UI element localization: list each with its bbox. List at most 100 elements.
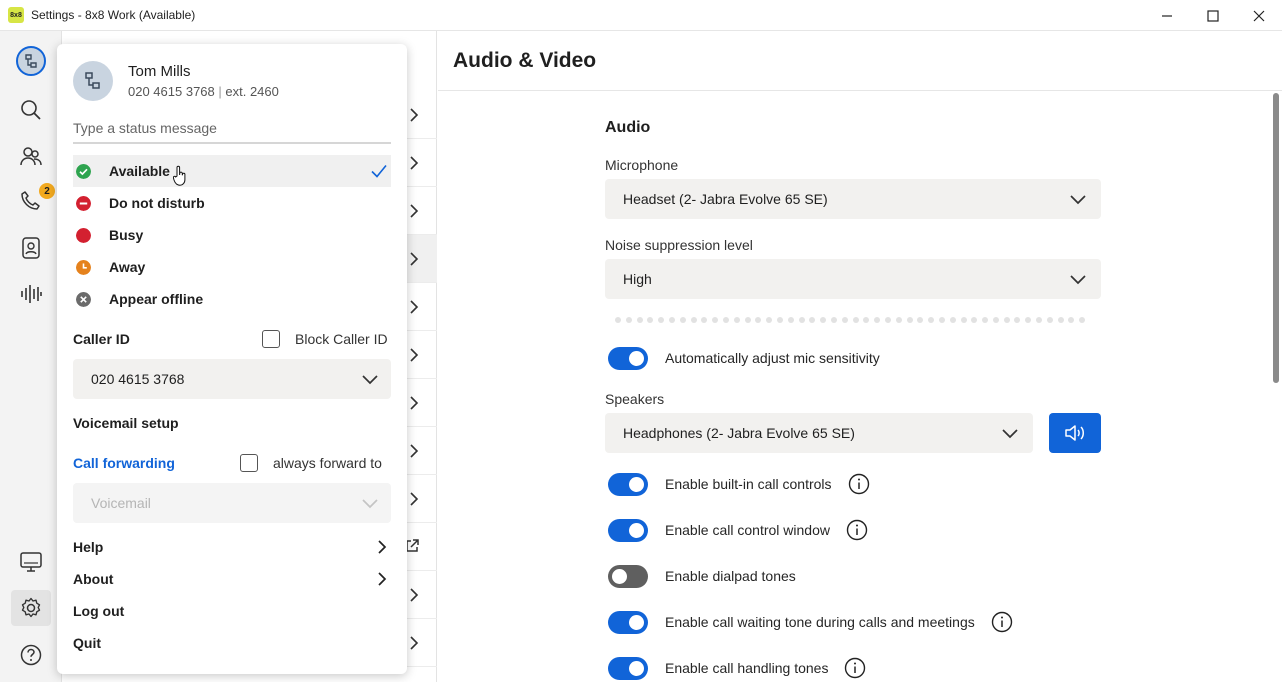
- external-link-icon: [406, 539, 419, 552]
- always-forward-checkbox[interactable]: [240, 454, 258, 472]
- search-button[interactable]: [11, 92, 51, 128]
- speakers-label: Speakers: [605, 391, 665, 407]
- always-forward-checkbox-row[interactable]: always forward to: [240, 454, 382, 472]
- status-label: Do not disturb: [109, 195, 205, 211]
- meter-dot: [895, 317, 902, 323]
- selected-check-icon: [371, 164, 387, 178]
- call-handling-tones-toggle[interactable]: [608, 656, 648, 680]
- info-icon[interactable]: [844, 657, 866, 679]
- chevron-down-icon: [1070, 275, 1086, 285]
- toggle-label: Enable built-in call controls: [665, 476, 832, 492]
- auto-adjust-mic-toggle-row: Automatically adjust mic sensitivity: [608, 346, 880, 370]
- user-extension: ext. 2460: [225, 84, 279, 99]
- close-icon: [1253, 10, 1265, 21]
- meter-dot: [733, 317, 740, 323]
- user-phone-ext: 020 4615 3768 | ext. 2460: [128, 84, 279, 99]
- search-icon: [21, 100, 41, 120]
- toggle-row: Enable call control window: [608, 518, 868, 542]
- desktop-button[interactable]: [11, 544, 51, 580]
- chevron-right-icon: [410, 588, 419, 602]
- status-avatar-button[interactable]: [11, 43, 51, 79]
- app-logo: 8x8: [8, 7, 24, 23]
- status-message-input[interactable]: Type a status message: [73, 118, 391, 144]
- meter-dot: [852, 317, 859, 323]
- status-option-do-not-disturb[interactable]: Do not disturb: [73, 187, 391, 219]
- meter-dot: [982, 317, 989, 323]
- status-option-appear-offline[interactable]: Appear offline: [73, 283, 391, 315]
- voicemail-setup-link[interactable]: Voicemail setup: [73, 415, 179, 431]
- always-forward-label: always forward to: [273, 455, 382, 471]
- toggle-label: Enable call control window: [665, 522, 830, 538]
- avatar-icon: [16, 46, 46, 76]
- scrollbar[interactable]: [1273, 93, 1279, 383]
- settings-button[interactable]: [11, 590, 51, 626]
- meter-dot: [1003, 317, 1010, 323]
- meter-dot: [787, 317, 794, 323]
- auto-adjust-mic-toggle[interactable]: [608, 346, 648, 370]
- meter-dot: [1068, 317, 1075, 323]
- meter-dot: [1079, 317, 1086, 323]
- voice-button[interactable]: [11, 276, 51, 312]
- status-option-away[interactable]: Away: [73, 251, 391, 283]
- meter-dot: [798, 317, 805, 323]
- block-caller-id-checkbox[interactable]: [262, 330, 280, 348]
- block-caller-id-checkbox-row[interactable]: Block Caller ID: [262, 330, 388, 348]
- navigation-rail: 2: [0, 31, 62, 682]
- toggle-row: Enable built-in call controls: [608, 472, 870, 496]
- chevron-down-icon: [1002, 429, 1018, 439]
- about-label: About: [73, 571, 114, 587]
- meter-dot: [1025, 317, 1032, 323]
- meter-dot: [809, 317, 816, 323]
- info-icon[interactable]: [846, 519, 868, 541]
- maximize-button[interactable]: [1190, 0, 1236, 31]
- about-menu-item[interactable]: About: [73, 567, 391, 591]
- minimize-button[interactable]: [1144, 0, 1190, 31]
- meter-dot: [636, 317, 643, 323]
- help-label: Help: [73, 539, 104, 555]
- meter-dot: [906, 317, 913, 323]
- meter-dot: [820, 317, 827, 323]
- help-button[interactable]: [11, 637, 51, 673]
- missed-calls-badge: 2: [39, 183, 55, 199]
- chevron-down-icon: [362, 375, 378, 385]
- meter-dot: [917, 317, 924, 323]
- help-menu-item[interactable]: Help: [73, 535, 391, 559]
- meter-dot: [625, 317, 632, 323]
- call-control-window-toggle[interactable]: [608, 518, 648, 542]
- quit-menu-item[interactable]: Quit: [73, 631, 391, 655]
- user-phone: 020 4615 3768: [128, 84, 215, 99]
- auto-adjust-mic-label: Automatically adjust mic sensitivity: [665, 350, 880, 366]
- offline-icon: [76, 291, 91, 307]
- info-icon[interactable]: [848, 473, 870, 495]
- dialpad-tones-toggle[interactable]: [608, 564, 648, 588]
- meter-dot: [971, 317, 978, 323]
- contacts-button[interactable]: [11, 138, 51, 174]
- microphone-select[interactable]: Headset (2- Jabra Evolve 65 SE): [605, 179, 1101, 219]
- status-option-busy[interactable]: Busy: [73, 219, 391, 251]
- caller-id-select[interactable]: 020 4615 3768: [73, 359, 391, 399]
- call-forwarding-link[interactable]: Call forwarding: [73, 455, 175, 471]
- chevron-right-icon: [410, 252, 419, 266]
- test-speaker-button[interactable]: [1049, 413, 1101, 453]
- title-bar: 8x8 Settings - 8x8 Work (Available): [0, 0, 1282, 31]
- calls-button[interactable]: 2: [11, 183, 55, 219]
- call-waiting-tone-toggle[interactable]: [608, 610, 648, 634]
- status-option-available[interactable]: Available: [73, 155, 391, 187]
- meter-dot: [841, 317, 848, 323]
- forward-target-value: Voicemail: [91, 495, 151, 511]
- chevron-down-icon: [362, 499, 378, 509]
- built-in-call-controls-toggle[interactable]: [608, 472, 648, 496]
- meter-dot: [766, 317, 773, 323]
- meter-dot: [744, 317, 751, 323]
- noise-suppression-select[interactable]: High: [605, 259, 1101, 299]
- logout-menu-item[interactable]: Log out: [73, 599, 391, 623]
- chevron-down-icon: [1070, 195, 1086, 205]
- close-button[interactable]: [1236, 0, 1282, 31]
- contact-card-button[interactable]: [11, 230, 51, 266]
- chevron-right-icon: [410, 300, 419, 314]
- meter-dot: [658, 317, 665, 323]
- speakers-select[interactable]: Headphones (2- Jabra Evolve 65 SE): [605, 413, 1033, 453]
- meter-dot: [722, 317, 729, 323]
- contact-card-icon: [22, 237, 40, 259]
- info-icon[interactable]: [991, 611, 1013, 633]
